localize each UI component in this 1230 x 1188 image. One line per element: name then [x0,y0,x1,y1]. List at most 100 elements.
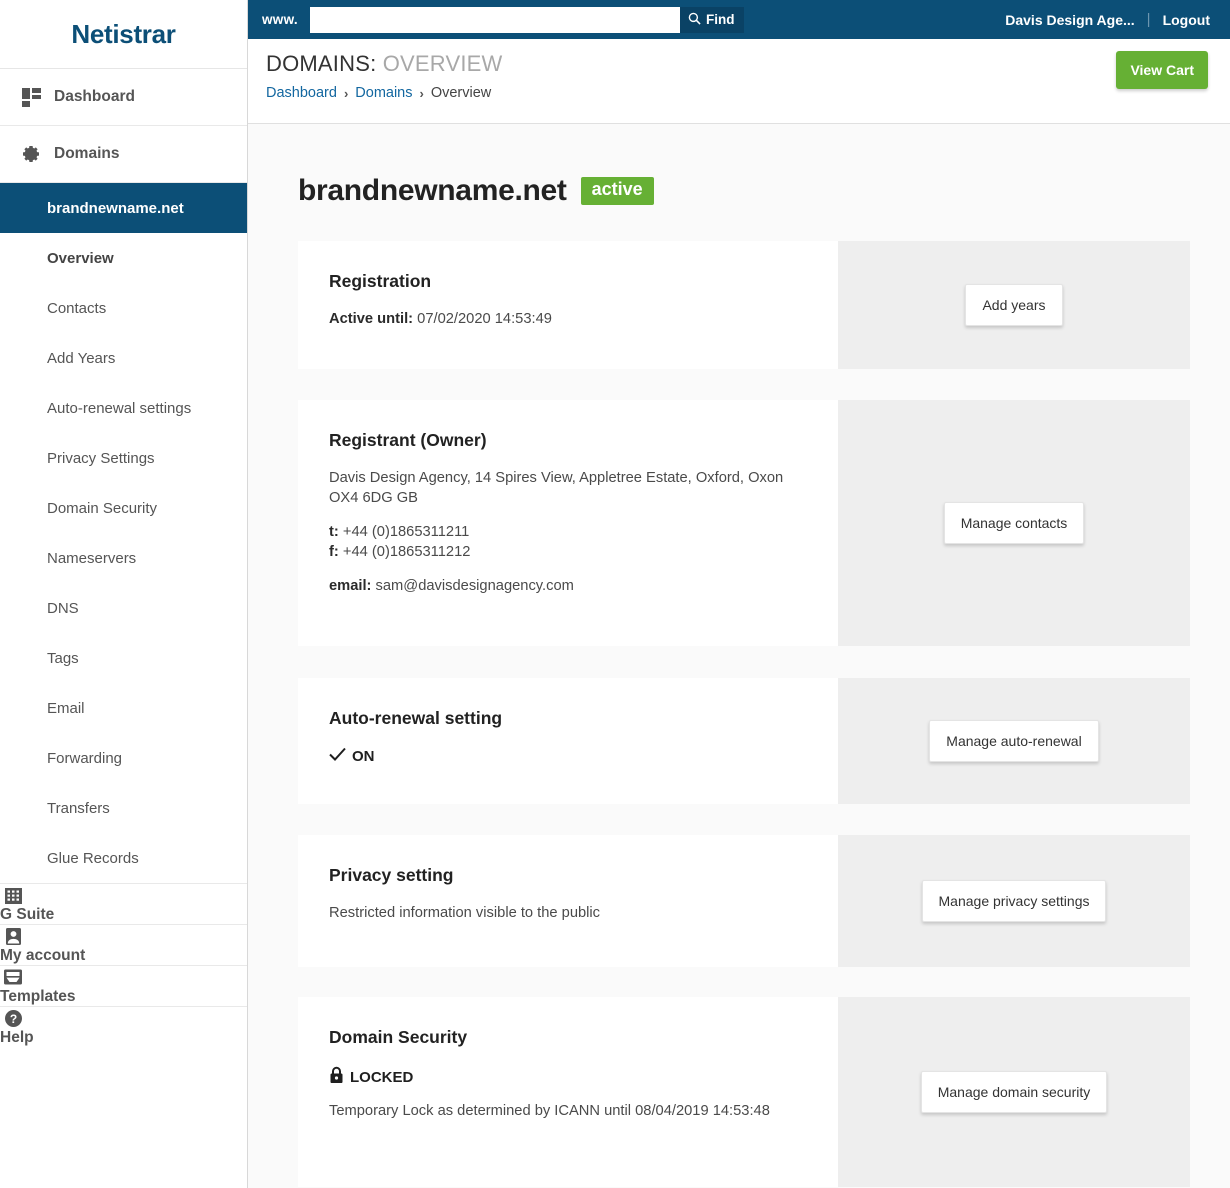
sidebar-item-privacy-settings[interactable]: Privacy Settings [0,433,247,483]
sidebar-item-domains[interactable]: Domains [0,126,247,183]
card-auto-renewal-actions: Manage auto-renewal [838,678,1190,804]
card-registrant-body: Registrant (Owner) Davis Design Agency, … [298,400,838,646]
person-icon [0,925,26,947]
svg-text:?: ? [9,1012,16,1026]
search-icon [688,12,701,28]
sidebar-item-contacts[interactable]: Contacts [0,283,247,333]
find-button-label: Find [705,12,735,27]
account-name[interactable]: Davis Design Age... [1005,12,1134,28]
sidebar-item-label: Templates [0,988,76,1005]
sidebar-subitem-label: Domain Security [47,499,158,517]
breadcrumb-overview: Overview [430,85,492,101]
breadcrumb-domains[interactable]: Domains [355,85,412,101]
card-privacy-body: Privacy setting Restricted information v… [298,835,838,967]
brand-logo[interactable]: Netistrar [0,0,247,69]
card-registration-actions: Add years [838,241,1190,369]
sidebar-item-label: Help [0,1029,34,1046]
add-years-button[interactable]: Add years [965,284,1063,326]
registrant-telephone: t: +44 (0)1865311211 [329,523,806,543]
card-domain-security-body: Domain Security LOCKED Temporary Lock as… [298,997,838,1187]
sidebar-subitem-label: Overview [47,249,114,267]
sidebar-item-forwarding[interactable]: Forwarding [0,733,247,783]
sidebar-item-dashboard[interactable]: Dashboard [0,69,247,126]
sidebar-item-g-suite[interactable]: G Suite [0,883,247,924]
breadcrumb: Dashboard › Domains › Overview [266,85,1230,101]
sidebar-item-nameservers[interactable]: Nameservers [0,533,247,583]
domain-heading: brandnewname.net active [298,174,1230,208]
gear-icon [18,143,44,165]
breadcrumb-dashboard[interactable]: Dashboard [266,85,337,101]
card-registration-body: Registration Active until: 07/02/2020 14… [298,241,838,369]
email-value: sam@davisdesignagency.com [375,577,574,594]
dashboard-grid-icon [18,86,44,108]
sidebar-item-transfers[interactable]: Transfers [0,783,247,833]
find-button[interactable]: Find [679,6,745,33]
lock-icon [329,1066,344,1088]
sidebar-item-label: Domains [54,145,120,162]
sidebar-subitem-label: Transfers [47,799,110,817]
auto-renewal-status-label: ON [352,748,375,765]
sidebar-item-glue-records[interactable]: Glue Records [0,833,247,883]
sidebar-subitem-label: Auto-renewal settings [47,399,192,417]
page-content: brandnewname.net active Registration Act… [248,124,1230,1188]
chevron-right-icon: › [343,85,349,101]
sidebar-item-dns[interactable]: DNS [0,583,247,633]
sidebar-item-overview[interactable]: Overview [0,233,247,283]
sidebar-item-templates[interactable]: Templates [0,965,247,1006]
status-badge: active [580,177,654,205]
sidebar-subitem-label: Add Years [47,349,116,367]
manage-privacy-settings-button[interactable]: Manage privacy settings [921,880,1107,922]
card-registrant: Registrant (Owner) Davis Design Agency, … [298,400,1190,646]
sidebar-item-label: My account [0,947,86,964]
active-until-value: 07/02/2020 14:53:49 [417,311,552,327]
chevron-right-icon: › [419,85,424,101]
app-root: Netistrar Dashboard Domains brandnewname… [0,0,1230,1188]
manage-contacts-button[interactable]: Manage contacts [943,502,1085,544]
registrant-email: email: sam@davisdesignagency.com [329,577,806,597]
sidebar-subitem-label: DNS [47,599,79,617]
domain-security-detail: Temporary Lock as determined by ICANN un… [329,1103,770,1119]
card-domain-security-actions: Manage domain security [838,997,1190,1187]
card-registration-title: Registration [329,271,432,291]
sidebar: Netistrar Dashboard Domains brandnewname… [0,0,248,1188]
sidebar-item-add-years[interactable]: Add Years [0,333,247,383]
main-region: www. Find Davis Design Age... | Logout D… [248,0,1230,1188]
domain-name: brandnewname.net [298,174,567,207]
sidebar-item-help[interactable]: ? Help [0,1006,247,1047]
building-icon [0,884,26,906]
fax-label: f: [329,543,339,560]
email-label: email: [329,577,372,594]
view-cart-button[interactable]: View Cart [1116,51,1208,89]
manage-domain-security-button[interactable]: Manage domain security [920,1071,1108,1113]
sidebar-subitem-label: Tags [47,649,79,667]
sidebar-subitem-label: Email [47,699,85,717]
top-bar: www. Find Davis Design Age... | Logout [248,0,1230,39]
domain-search-input[interactable] [309,6,680,33]
domain-security-status: LOCKED [329,1066,806,1088]
sidebar-subitem-label: Glue Records [47,849,139,867]
registrant-fax: f: +44 (0)1865311212 [329,543,806,563]
sidebar-secondary-nav: G Suite My account Templates ? Help [0,883,247,1047]
sidebar-item-my-account[interactable]: My account [0,924,247,965]
page-title: DOMAINS: OVERVIEW [266,51,1230,77]
page-title-main: DOMAINS: [266,51,377,76]
sidebar-active-domain-label: brandnewname.net [47,199,184,217]
sidebar-subitem-label: Forwarding [47,749,123,767]
auto-renewal-status: ON [329,747,806,766]
card-privacy: Privacy setting Restricted information v… [298,835,1190,967]
sidebar-item-domain-security[interactable]: Domain Security [0,483,247,533]
sidebar-item-tags[interactable]: Tags [0,633,247,683]
card-auto-renewal-title: Auto-renewal setting [329,708,503,728]
card-domain-security: Domain Security LOCKED Temporary Lock as… [298,997,1190,1187]
sidebar-item-email[interactable]: Email [0,683,247,733]
telephone-label: t: [329,523,339,540]
sidebar-subitem-label: Contacts [47,299,107,317]
manage-auto-renewal-button[interactable]: Manage auto-renewal [929,720,1099,762]
logout-link[interactable]: Logout [1163,12,1210,28]
sidebar-item-auto-renewal-settings[interactable]: Auto-renewal settings [0,383,247,433]
card-registrant-actions: Manage contacts [838,400,1190,646]
sidebar-active-domain[interactable]: brandnewname.net [0,183,247,233]
